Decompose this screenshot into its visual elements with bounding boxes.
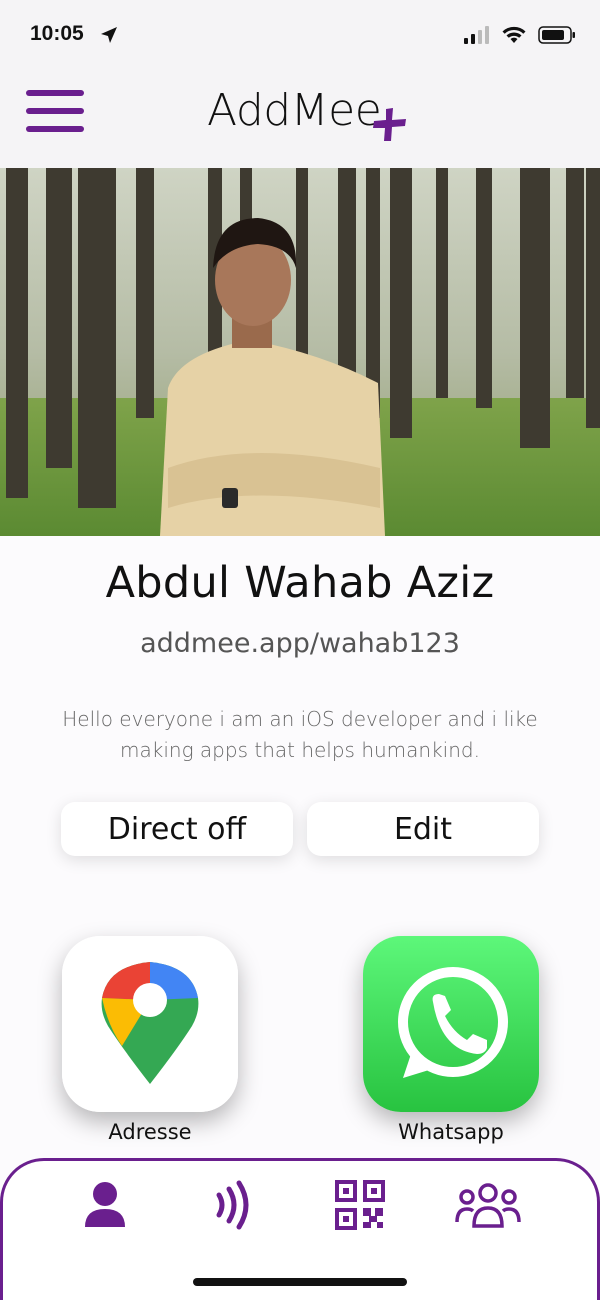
tab-contacts[interactable] xyxy=(453,1177,523,1233)
profile-bio: Hello everyone i am an iOS developer and… xyxy=(62,707,538,762)
tab-qr-code[interactable] xyxy=(325,1177,395,1233)
logo-plus-icon xyxy=(373,108,407,141)
wifi-icon xyxy=(502,26,526,43)
logo-text: AddMee xyxy=(207,85,382,136)
app-label: Adresse xyxy=(108,1120,192,1144)
status-indicators xyxy=(464,26,576,44)
cover-photo-image xyxy=(0,168,600,536)
app-label: Whatsapp xyxy=(398,1120,504,1144)
qr-code-icon xyxy=(335,1180,385,1230)
location-arrow-icon xyxy=(101,27,117,43)
direct-toggle-button[interactable]: Direct off xyxy=(61,802,293,856)
whatsapp-icon xyxy=(363,936,539,1112)
app-tile-adresse[interactable]: Adresse xyxy=(62,936,238,1144)
tab-nfc[interactable] xyxy=(198,1177,268,1233)
status-time: 10:05 xyxy=(30,22,84,45)
profile-name: Abdul Wahab Aziz xyxy=(105,558,495,608)
nfc-icon xyxy=(216,1180,249,1230)
hamburger-menu-icon[interactable] xyxy=(26,90,84,132)
app-logo: AddMee xyxy=(207,84,409,144)
profile-link[interactable]: addmee.app/wahab123 xyxy=(0,628,600,659)
edit-button[interactable]: Edit xyxy=(307,802,539,856)
cover-photo xyxy=(0,168,600,536)
app-header: AddMee xyxy=(0,70,600,168)
tab-profile[interactable] xyxy=(70,1177,140,1233)
status-bar: 10:05 xyxy=(0,0,600,70)
google-maps-icon xyxy=(62,936,238,1112)
app-tile-whatsapp[interactable]: Whatsapp xyxy=(363,936,539,1144)
contacts-icon xyxy=(455,1183,521,1228)
home-indicator xyxy=(193,1278,407,1286)
profile-icon xyxy=(85,1182,125,1227)
cellular-signal-icon xyxy=(464,26,489,44)
battery-icon xyxy=(538,26,575,44)
